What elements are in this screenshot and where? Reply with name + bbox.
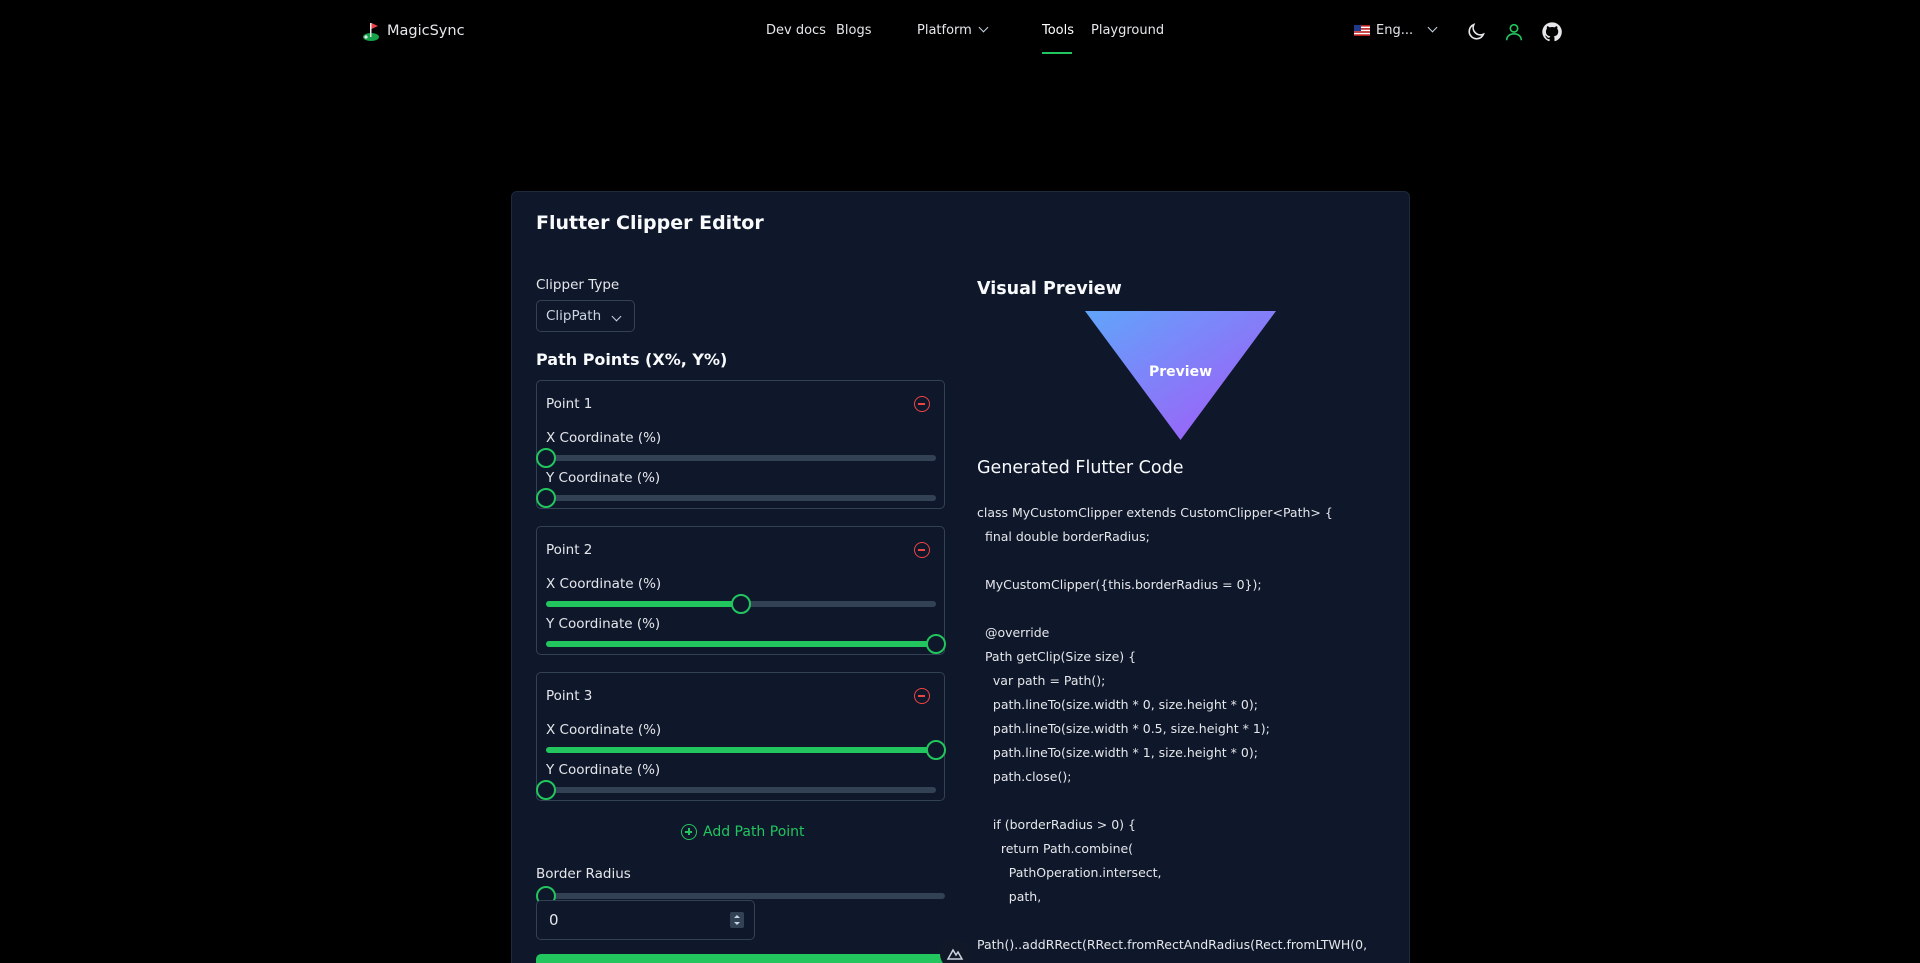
slider-fill: [546, 601, 741, 607]
code-line: @override: [977, 625, 1050, 640]
chevron-down-icon: [611, 311, 622, 322]
moon-icon[interactable]: [1465, 21, 1487, 43]
code-line: return Path.combine(: [977, 841, 1134, 856]
remove-point-icon[interactable]: [914, 542, 930, 558]
clipper-type-label: Clipper Type: [536, 277, 620, 293]
generated-code-block: class MyCustomClipper extends CustomClip…: [977, 501, 1397, 957]
code-line: class MyCustomClipper extends CustomClip…: [977, 505, 1333, 520]
x-coordinate-slider[interactable]: [546, 740, 946, 760]
y-coordinate-label: Y Coordinate (%): [546, 616, 661, 632]
user-icon[interactable]: [1503, 21, 1525, 43]
page-title: Flutter Clipper Editor: [536, 212, 764, 234]
preview-label: Preview: [1149, 364, 1212, 380]
language-selector[interactable]: Eng...: [1354, 22, 1438, 38]
slider-thumb[interactable]: [536, 488, 556, 508]
slider-thumb[interactable]: [536, 780, 556, 800]
path-points-title: Path Points (X%, Y%): [536, 350, 728, 369]
add-path-point-label: Add Path Point: [703, 824, 805, 840]
chevron-down-icon: [1427, 22, 1438, 33]
code-line: if (borderRadius > 0) {: [977, 817, 1136, 832]
code-line: PathOperation.intersect,: [977, 865, 1162, 880]
code-line: Path()..addRRect(RRect.fromRectAndRadius…: [977, 937, 1368, 952]
clipper-type-value: ClipPath: [546, 308, 602, 324]
y-coordinate-slider[interactable]: [546, 634, 946, 654]
slider-thumb[interactable]: [926, 740, 946, 760]
border-radius-slider[interactable]: [536, 886, 945, 906]
x-coordinate-slider[interactable]: [536, 448, 936, 468]
slider-thumb[interactable]: [926, 634, 946, 654]
clip-preview-shape: Preview: [1085, 311, 1276, 440]
slider-thumb[interactable]: [536, 448, 556, 468]
remove-point-icon[interactable]: [914, 688, 930, 704]
brand-name: MagicSync: [387, 23, 465, 39]
y-coordinate-slider[interactable]: [536, 780, 936, 800]
x-coordinate-label: X Coordinate (%): [546, 430, 662, 446]
x-coordinate-label: X Coordinate (%): [546, 722, 662, 738]
code-line: path.lineTo(size.width * 0, size.height …: [977, 697, 1258, 712]
us-flag-icon: [1354, 25, 1370, 36]
code-line: path.lineTo(size.width * 1, size.height …: [977, 745, 1258, 760]
nav-platform-label: Platform: [917, 23, 972, 38]
nuxt-devtools-icon[interactable]: [940, 939, 970, 963]
code-line: final double borderRadius;: [977, 529, 1150, 544]
visual-preview-title: Visual Preview: [977, 279, 1122, 299]
chevron-down-icon: [978, 22, 989, 33]
border-radius-label: Border Radius: [536, 866, 631, 882]
nav-blogs[interactable]: Blogs: [836, 23, 872, 38]
border-radius-input[interactable]: 0: [536, 900, 755, 940]
plus-circle-icon: [681, 824, 697, 840]
nav-platform[interactable]: Platform: [917, 22, 989, 38]
code-line: path.lineTo(size.width * 0.5, size.heigh…: [977, 721, 1270, 736]
code-line: MyCustomClipper({this.borderRadius = 0})…: [977, 577, 1262, 592]
y-coordinate-label: Y Coordinate (%): [546, 762, 661, 778]
brand-link[interactable]: MagicSync: [361, 20, 465, 42]
language-label: Eng...: [1376, 23, 1414, 38]
slider-fill: [546, 747, 936, 753]
point-title: Point 3: [546, 688, 593, 704]
y-coordinate-slider[interactable]: [536, 488, 936, 508]
golf-flag-logo-icon: [363, 23, 379, 41]
slider-fill: [546, 641, 936, 647]
nav-dev-docs[interactable]: Dev docs: [766, 23, 826, 38]
path-point-card: Point 1 X Coordinate (%) Y Coordinate (%…: [536, 380, 945, 509]
clipper-editor-card: Flutter Clipper Editor Clipper Type Clip…: [511, 191, 1410, 963]
number-spinner-icon[interactable]: [730, 912, 744, 928]
code-line: Path getClip(Size size) {: [977, 649, 1137, 664]
nav-tools[interactable]: Tools: [1042, 23, 1074, 38]
add-path-point-button[interactable]: Add Path Point: [681, 824, 805, 840]
y-coordinate-label: Y Coordinate (%): [546, 470, 661, 486]
github-icon[interactable]: [1541, 21, 1563, 43]
border-radius-value: 0: [549, 911, 559, 929]
primary-action-button[interactable]: [536, 954, 945, 963]
path-point-card: Point 3 X Coordinate (%) Y Coordinate (%…: [536, 672, 946, 801]
point-title: Point 2: [546, 542, 593, 558]
nav-playground[interactable]: Playground: [1091, 23, 1164, 38]
clipper-type-select[interactable]: ClipPath: [536, 300, 635, 332]
remove-point-icon[interactable]: [914, 396, 930, 412]
code-line: var path = Path();: [977, 673, 1106, 688]
code-line: path,: [977, 889, 1042, 904]
slider-thumb[interactable]: [731, 594, 751, 614]
path-point-card: Point 2 X Coordinate (%) Y Coordinate (%…: [536, 526, 946, 655]
code-line: path.close();: [977, 769, 1072, 784]
active-nav-indicator: [1042, 52, 1072, 54]
x-coordinate-label: X Coordinate (%): [546, 576, 662, 592]
x-coordinate-slider[interactable]: [546, 594, 936, 614]
generated-code-title: Generated Flutter Code: [977, 458, 1184, 478]
point-title: Point 1: [546, 396, 593, 412]
top-navbar: MagicSync Dev docs Blogs Platform Tools …: [0, 0, 1920, 64]
